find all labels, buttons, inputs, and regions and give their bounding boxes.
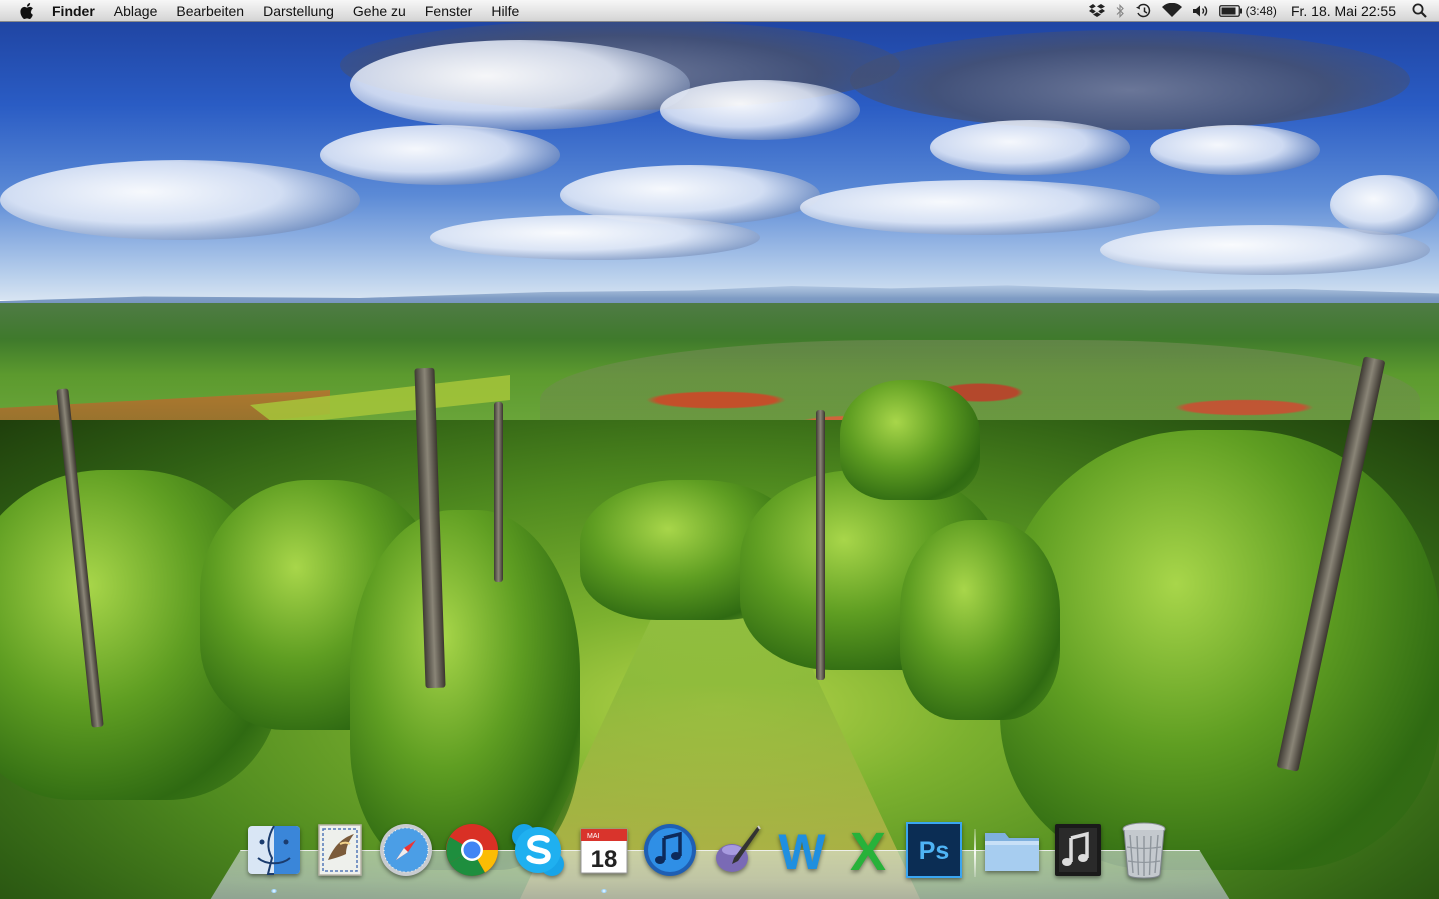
dock-stack-documents[interactable] xyxy=(982,817,1042,883)
calendar-icon: MAI 18 xyxy=(580,828,628,874)
wallpaper-post xyxy=(816,410,825,680)
menu-bearbeiten[interactable]: Bearbeiten xyxy=(176,3,244,19)
dock-running-indicator xyxy=(601,889,607,893)
safari-icon xyxy=(380,824,432,876)
wallpaper-vine xyxy=(1000,430,1439,870)
dock-item-finder[interactable] xyxy=(244,817,304,893)
dock-item-ical[interactable]: MAI 18 xyxy=(574,817,634,893)
dock-running-indicator xyxy=(271,889,277,893)
trash-icon xyxy=(1122,822,1166,879)
apple-logo-icon[interactable] xyxy=(18,1,38,21)
calendar-month-label: MAI xyxy=(587,833,600,840)
script-editor-icon xyxy=(716,825,761,872)
menu-ablage[interactable]: Ablage xyxy=(114,3,158,19)
volume-icon[interactable] xyxy=(1192,0,1209,22)
dock-stack-music[interactable] xyxy=(1048,817,1108,883)
skype-icon xyxy=(512,824,564,876)
dock-item-word[interactable]: W xyxy=(772,817,832,883)
menu-gehe-zu[interactable]: Gehe zu xyxy=(353,3,406,19)
photoshop-icon: Ps xyxy=(906,822,962,878)
calendar-day-label: 18 xyxy=(591,846,618,873)
desktop-wallpaper xyxy=(0,0,1439,899)
dock: MAI 18 W X Ps xyxy=(244,813,1180,893)
wallpaper-cloud xyxy=(320,125,560,185)
dock-item-photoshop[interactable]: Ps xyxy=(904,817,964,883)
battery-icon[interactable] xyxy=(1218,0,1243,22)
music-stack-icon xyxy=(1055,824,1101,876)
menu-app-finder[interactable]: Finder xyxy=(52,3,95,19)
dock-item-mail[interactable] xyxy=(310,817,370,883)
word-icon: W xyxy=(778,824,826,878)
dock-item-safari[interactable] xyxy=(376,817,436,883)
wallpaper-cloud xyxy=(1150,125,1320,175)
time-machine-icon[interactable] xyxy=(1135,0,1152,22)
menu-darstellung[interactable]: Darstellung xyxy=(263,3,334,19)
wallpaper-vine xyxy=(900,520,1060,720)
wallpaper-cloud xyxy=(800,180,1160,235)
dock-item-excel[interactable]: X xyxy=(838,817,898,883)
dock-item-chrome[interactable] xyxy=(442,817,502,883)
mail-icon xyxy=(318,824,362,876)
wallpaper-vine xyxy=(840,380,980,500)
spotlight-search-icon[interactable] xyxy=(1412,0,1427,22)
desktop[interactable]: Finder Ablage Bearbeiten Darstellung Geh… xyxy=(0,0,1439,899)
menu-fenster[interactable]: Fenster xyxy=(425,3,472,19)
finder-icon xyxy=(248,825,300,875)
dropbox-icon[interactable] xyxy=(1088,0,1105,22)
wallpaper-cloud xyxy=(0,160,360,240)
excel-icon: X xyxy=(850,822,886,878)
battery-time[interactable]: (3:48) xyxy=(1246,4,1277,18)
bluetooth-icon[interactable] xyxy=(1115,0,1125,22)
wallpaper-cloud xyxy=(930,120,1130,175)
dock-item-trash[interactable] xyxy=(1114,817,1174,883)
status-menu-area: (3:48) Fr. 18. Mai 22:55 xyxy=(1079,0,1439,22)
dock-separator xyxy=(974,829,976,877)
photoshop-glyph: Ps xyxy=(919,837,950,865)
word-glyph: W xyxy=(778,824,826,878)
wifi-icon[interactable] xyxy=(1161,0,1182,22)
chrome-icon xyxy=(446,824,498,876)
wallpaper-cloud xyxy=(350,40,690,130)
menu-bar: Finder Ablage Bearbeiten Darstellung Geh… xyxy=(0,0,1439,22)
excel-glyph: X xyxy=(850,822,886,878)
dock-item-skype[interactable] xyxy=(508,817,568,883)
folder-stack-icon xyxy=(985,833,1039,871)
wallpaper-cloud xyxy=(660,80,860,140)
dock-item-itunes[interactable] xyxy=(640,817,700,883)
menu-clock[interactable]: Fr. 18. Mai 22:55 xyxy=(1291,3,1396,19)
menu-hilfe[interactable]: Hilfe xyxy=(491,3,519,19)
wallpaper-cloud xyxy=(850,30,1410,130)
wallpaper-post xyxy=(494,402,503,582)
itunes-icon xyxy=(644,824,696,876)
dock-item-script-editor[interactable] xyxy=(706,817,766,883)
wallpaper-cloud xyxy=(430,215,760,260)
wallpaper-cloud xyxy=(1330,175,1439,235)
